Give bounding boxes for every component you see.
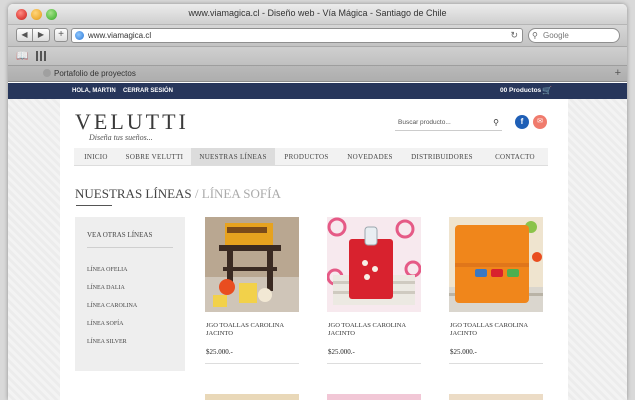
sidebar-title: VEA OTRAS LÍNEAS <box>87 231 153 239</box>
product-price: $25.000.- <box>450 348 477 356</box>
product-image[interactable] <box>449 394 543 400</box>
sidebar-item-carolina[interactable]: LÍNEA CAROLINA <box>87 303 137 309</box>
product-image[interactable] <box>327 394 421 400</box>
new-tab-button[interactable]: + <box>615 67 621 79</box>
sidebar-item-sofia[interactable]: LÍNEA SOFÍA <box>87 321 124 327</box>
tab-portfolio[interactable]: Portafolio de proyectos <box>40 66 610 82</box>
product-image[interactable] <box>205 217 299 312</box>
title-divider <box>76 205 112 206</box>
window-title: www.viamagica.cl - Diseño web - Vía Mági… <box>188 8 447 18</box>
page-title-sub: / LÍNEA SOFÍA <box>194 186 281 201</box>
back-button[interactable]: ◀ <box>16 28 33 42</box>
page-title-main: NUESTRAS LÍNEAS <box>75 186 192 201</box>
product-image[interactable] <box>327 217 421 312</box>
page-title: NUESTRAS LÍNEAS / LÍNEA SOFÍA <box>75 186 281 202</box>
sidebar-item-ofelia[interactable]: LÍNEA OFELIA <box>87 267 128 273</box>
sidebar-item-dalia[interactable]: LÍNEA DALIA <box>87 285 125 291</box>
product-divider <box>449 363 543 364</box>
site-topbar: HOLA, MARTIN CERRAR SESIÓN 00 Productos … <box>8 83 627 99</box>
product-card[interactable]: JGO TOALLAS CAROLINA JACINTO $25.000.- <box>205 217 299 364</box>
greeting-link[interactable]: HOLA, MARTIN <box>72 88 116 94</box>
top-sites-icon[interactable] <box>36 51 46 61</box>
product-search-input[interactable]: Buscar producto... ⚲ <box>395 117 502 131</box>
product-price: $25.000.- <box>206 348 233 356</box>
nav-item-nuestras-lineas[interactable]: NUESTRAS LÍNEAS <box>191 148 275 165</box>
add-bookmark-button[interactable]: + <box>54 28 68 42</box>
browser-search-input[interactable]: ⚲ Google <box>528 28 620 43</box>
product-card[interactable]: JGO TOALLAS CAROLINA JACINTO $25.000.- <box>327 217 421 364</box>
search-icon[interactable]: ⚲ <box>493 117 499 129</box>
main-nav: INICIO SOBRE VELUTTI NUESTRAS LÍNEAS PRO… <box>74 148 548 166</box>
url-text: www.viamagica.cl <box>88 31 152 40</box>
title-bar: www.viamagica.cl - Diseño web - Vía Mági… <box>8 4 627 25</box>
browser-toolbar: ◀ ▶ + www.viamagica.cl ↻ ⚲ Google <box>8 25 627 47</box>
browser-window: www.viamagica.cl - Diseño web - Vía Mági… <box>8 4 627 400</box>
reading-list-icon[interactable]: 📖 <box>16 51 28 62</box>
nav-item-distribuidores[interactable]: DISTRIBUIDORES <box>402 148 482 165</box>
facebook-icon[interactable]: f <box>515 115 529 129</box>
page-container: VELUTTI Diseña tus sueños... Buscar prod… <box>60 99 568 400</box>
bookmarks-bar: 📖 <box>8 47 627 66</box>
search-icon: ⚲ <box>532 31 538 40</box>
cart-count[interactable]: 00 Productos <box>500 87 541 94</box>
site-tagline: Diseña tus sueños... <box>89 133 153 142</box>
website-viewport: HOLA, MARTIN CERRAR SESIÓN 00 Productos … <box>8 83 627 400</box>
globe-icon <box>75 31 84 40</box>
history-buttons: ◀ ▶ <box>16 28 50 42</box>
product-image[interactable] <box>449 217 543 312</box>
product-image[interactable] <box>205 394 299 400</box>
reload-icon[interactable]: ↻ <box>510 29 518 42</box>
mail-icon[interactable]: ✉ <box>533 115 547 129</box>
sidebar-divider <box>87 247 173 248</box>
sidebar-item-silver[interactable]: LÍNEA SILVER <box>87 339 127 345</box>
product-name[interactable]: JGO TOALLAS CAROLINA JACINTO <box>449 322 543 338</box>
site-logo[interactable]: VELUTTI <box>75 109 189 135</box>
nav-item-sobre-velutti[interactable]: SOBRE VELUTTI <box>118 148 191 165</box>
product-name[interactable]: JGO TOALLAS CAROLINA JACINTO <box>327 322 421 338</box>
tab-bar: Portafolio de proyectos + <box>8 66 627 82</box>
product-divider <box>327 363 421 364</box>
tab-title: Portafolio de proyectos <box>54 69 136 78</box>
nav-item-inicio[interactable]: INICIO <box>74 148 118 165</box>
product-card[interactable]: JGO TOALLAS CAROLINA JACINTO $25.000.- <box>449 217 543 364</box>
browser-search-placeholder: Google <box>543 31 569 40</box>
product-divider <box>205 363 299 364</box>
close-tab-icon[interactable] <box>43 69 51 77</box>
lines-sidebar: VEA OTRAS LÍNEAS LÍNEA OFELIA LÍNEA DALI… <box>75 217 185 371</box>
logout-link[interactable]: CERRAR SESIÓN <box>123 88 173 94</box>
cart-icon[interactable]: 🛒 <box>542 86 552 95</box>
product-price: $25.000.- <box>328 348 355 356</box>
nav-item-contacto[interactable]: CONTACTO <box>482 148 548 165</box>
forward-button[interactable]: ▶ <box>33 28 50 42</box>
nav-item-productos[interactable]: PRODUCTOS <box>275 148 338 165</box>
product-name[interactable]: JGO TOALLAS CAROLINA JACINTO <box>205 322 299 338</box>
address-bar[interactable]: www.viamagica.cl ↻ <box>71 28 523 43</box>
product-search-placeholder: Buscar producto... <box>398 119 451 126</box>
nav-item-novedades[interactable]: NOVEDADES <box>338 148 402 165</box>
